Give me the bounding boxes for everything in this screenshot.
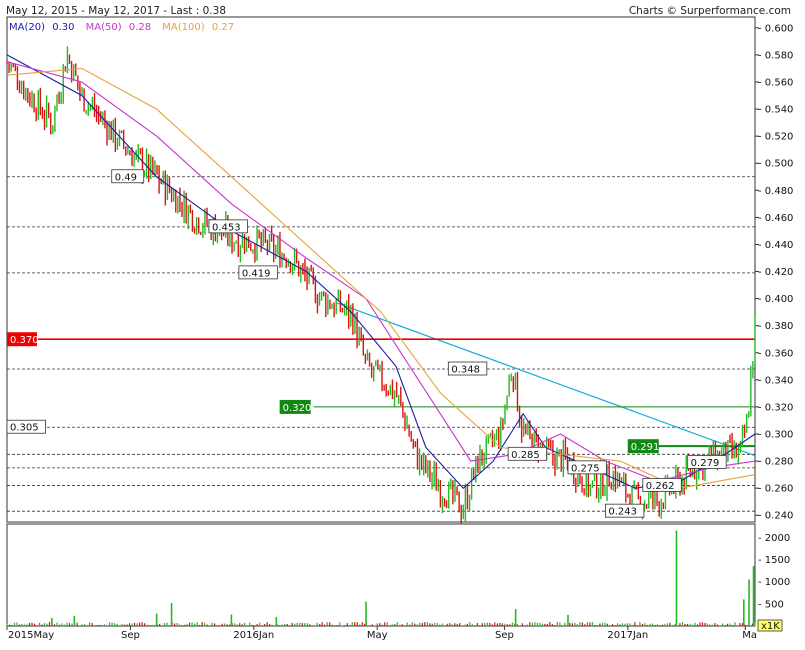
y-tick-label: - 0.580 (758, 50, 793, 61)
y-tick-label: - 0.440 (758, 240, 793, 251)
trend-line (335, 302, 756, 457)
y-tick-label: - 0.320 (758, 402, 793, 413)
y-tick-label: - 0.240 (758, 511, 793, 522)
x-tick-label: Sep (121, 630, 140, 641)
level-label: 0.285 (511, 450, 540, 461)
y-tick-label: - 0.340 (758, 375, 793, 386)
y-tick-label: - 0.560 (758, 77, 793, 88)
level-label: 0.453 (212, 222, 241, 233)
level-label: 0.262 (646, 481, 675, 492)
volume-unit-label: x1K (761, 621, 780, 632)
y-tick-label: - 0.280 (758, 457, 793, 468)
y-tick-label: - 0.520 (758, 132, 793, 143)
y-tick-label: - 0.360 (758, 348, 793, 359)
y-tick-label: - 0.540 (758, 105, 793, 116)
level-label: 0.279 (691, 458, 720, 469)
volume-panel: - 2000 - 1500 - 1000 - 500 x1K 2015May Sep 2016… (6, 523, 790, 641)
volume-tick-label: - 1000 (758, 577, 790, 588)
y-tick-label: - 0.380 (758, 321, 793, 332)
x-tick-label: May (367, 630, 388, 641)
y-tick-label: - 0.600 (758, 23, 793, 34)
x-tick-label: Ma (742, 630, 757, 641)
volume-tick-label: - 1500 (758, 555, 790, 566)
support-label: 0.320 (283, 403, 312, 414)
y-tick-label: - 0.500 (758, 159, 793, 170)
moving-average-ma20 (6, 54, 756, 489)
volume-tick-label: - 500 (758, 599, 784, 610)
price-chart: - 0.600 - 0.580 - 0.560 - 0.540 - 0.520 - 0.5… (6, 16, 793, 641)
level-label: 0.243 (608, 507, 637, 518)
volume-frame (6, 523, 756, 627)
y-tick-label: - 0.420 (758, 267, 793, 278)
x-tick-label: 2017Jan (607, 630, 648, 641)
level-label: 0.49 (115, 172, 137, 183)
y-tick-label: - 0.260 (758, 484, 793, 495)
level-label: 0.348 (451, 365, 480, 376)
y-tick-label: - 0.400 (758, 294, 793, 305)
level-label: 0.275 (571, 463, 600, 474)
moving-average-ma50 (6, 61, 756, 482)
support-label: 0.291 (631, 442, 660, 453)
price-panel: - 0.600 - 0.580 - 0.560 - 0.540 - 0.520 - 0.5… (6, 16, 793, 524)
x-tick-label: Sep (495, 630, 514, 641)
level-label: 0.305 (10, 423, 39, 434)
x-tick-label: 2016Jan (233, 630, 274, 641)
y-tick-label: - 0.300 (758, 429, 793, 440)
y-tick-label: - 0.480 (758, 186, 793, 197)
level-label: 0.419 (242, 268, 271, 279)
y-tick-label: - 0.460 (758, 213, 793, 224)
volume-tick-label: - 2000 (758, 533, 790, 544)
x-tick-label: 2015May (8, 630, 54, 641)
resistance-label: 0.370 (10, 335, 39, 346)
